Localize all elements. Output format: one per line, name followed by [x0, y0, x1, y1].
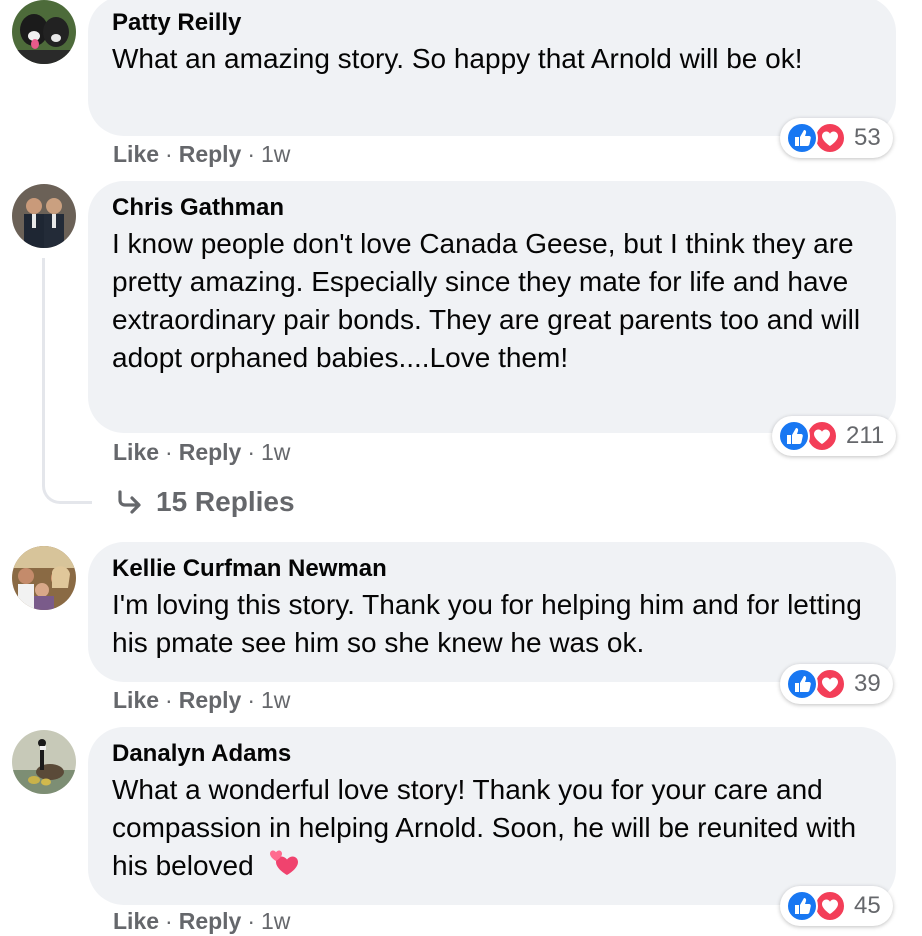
separator: ·	[247, 141, 256, 167]
comment-timestamp[interactable]: 1w	[261, 908, 290, 934]
separator: ·	[165, 141, 173, 167]
comment-actions: Like · Reply · 1w	[113, 437, 290, 467]
comment-text: I know people don't love Canada Geese, b…	[112, 228, 861, 373]
comment-text: What an amazing story. So happy that Arn…	[112, 43, 803, 74]
separator: ·	[247, 908, 256, 934]
reply-button[interactable]: Reply	[179, 439, 242, 465]
goose-photo-avatar-icon	[12, 730, 76, 794]
reaction-summary[interactable]: 211	[772, 416, 897, 456]
like-button[interactable]: Like	[113, 141, 159, 167]
separator: ·	[165, 439, 173, 465]
reaction-summary[interactable]: 45	[780, 886, 893, 926]
reaction-count: 211	[846, 422, 885, 449]
like-button[interactable]: Like	[113, 687, 159, 713]
love-reaction-icon	[806, 420, 838, 452]
comment-bubble: Danalyn Adams What a wonderful love stor…	[88, 727, 896, 905]
separator: ·	[247, 439, 256, 465]
comment-text-body: What a wonderful love story! Thank you f…	[112, 774, 857, 881]
reaction-summary[interactable]: 39	[780, 664, 893, 704]
comment-bubble: Kellie Curfman Newman I'm loving this st…	[88, 542, 896, 682]
group-photo-avatar-icon	[12, 546, 76, 610]
reply-arrow-icon	[118, 490, 141, 514]
dog-photo-avatar-icon	[12, 0, 76, 64]
separator: ·	[247, 687, 256, 713]
like-reaction-icon	[786, 122, 818, 154]
comment-bubble: Chris Gathman I know people don't love C…	[88, 181, 896, 433]
separator: ·	[165, 687, 173, 713]
reply-button[interactable]: Reply	[179, 687, 242, 713]
comment-text: What a wonderful love story! Thank you f…	[112, 771, 872, 885]
comment-author[interactable]: Chris Gathman	[112, 193, 872, 223]
like-reaction-icon	[786, 890, 818, 922]
like-reaction-icon	[786, 668, 818, 700]
love-reaction-icon	[814, 668, 846, 700]
reaction-count: 45	[854, 892, 881, 919]
reaction-count: 53	[854, 124, 881, 151]
replies-count-label[interactable]: 15 Replies	[156, 486, 295, 518]
two-men-photo-avatar-icon	[12, 184, 76, 248]
comment-bubble: Patty Reilly What an amazing story. So h…	[88, 0, 896, 136]
like-button[interactable]: Like	[113, 908, 159, 934]
comment-timestamp[interactable]: 1w	[261, 141, 290, 167]
separator: ·	[165, 908, 173, 934]
love-reaction-icon	[814, 122, 846, 154]
revolving-hearts-emoji-icon	[270, 850, 299, 875]
avatar[interactable]	[12, 730, 76, 794]
comment-text: I'm loving this story. Thank you for hel…	[112, 589, 862, 658]
comment-actions: Like · Reply · 1w	[113, 139, 290, 169]
comment-author[interactable]: Danalyn Adams	[112, 739, 872, 769]
reaction-count: 39	[854, 670, 881, 697]
reply-button[interactable]: Reply	[179, 141, 242, 167]
view-replies-link[interactable]: 15 Replies	[116, 486, 295, 518]
thread-connector-line	[42, 258, 92, 504]
comment-actions: Like · Reply · 1w	[113, 685, 290, 715]
avatar[interactable]	[12, 546, 76, 610]
avatar[interactable]	[12, 0, 76, 64]
comment-timestamp[interactable]: 1w	[261, 687, 290, 713]
avatar[interactable]	[12, 184, 76, 248]
reply-button[interactable]: Reply	[179, 908, 242, 934]
love-reaction-icon	[814, 890, 846, 922]
like-reaction-icon	[778, 420, 810, 452]
like-button[interactable]: Like	[113, 439, 159, 465]
comment-author[interactable]: Kellie Curfman Newman	[112, 554, 872, 584]
reaction-summary[interactable]: 53	[780, 118, 893, 158]
comment-timestamp[interactable]: 1w	[261, 439, 290, 465]
comment-author[interactable]: Patty Reilly	[112, 8, 872, 38]
